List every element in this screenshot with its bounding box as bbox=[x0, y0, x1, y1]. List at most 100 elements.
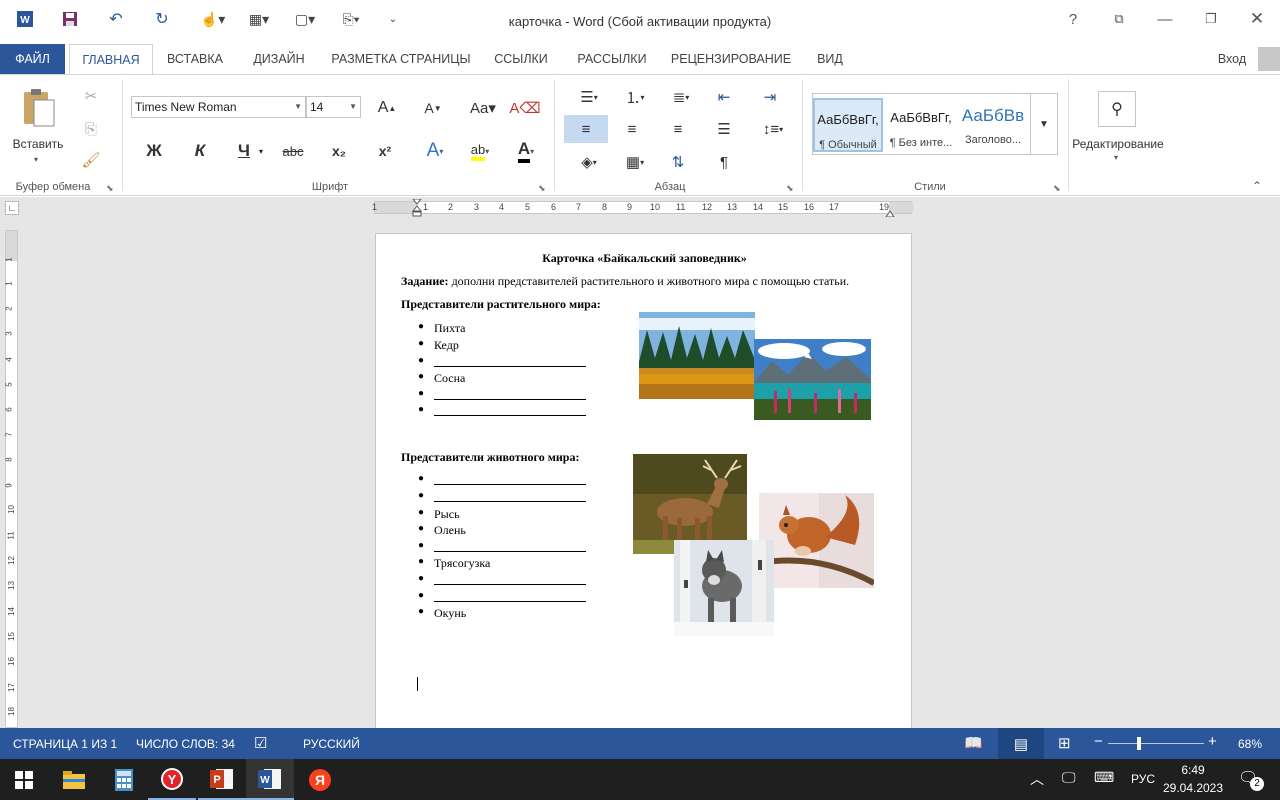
binoculars-icon[interactable]: ⚲ bbox=[1098, 91, 1136, 127]
print-layout-icon[interactable]: ▤ bbox=[998, 728, 1044, 759]
windows-start-icon[interactable] bbox=[0, 759, 48, 800]
zoom-slider[interactable] bbox=[1108, 743, 1204, 744]
line-spacing-icon[interactable]: ↕≡ ▾ bbox=[756, 115, 790, 143]
italic-button[interactable]: К bbox=[186, 139, 214, 163]
forest-meadow-photo[interactable] bbox=[639, 312, 755, 399]
highlight-color-icon[interactable]: ab ▾ bbox=[462, 139, 498, 163]
blank-line[interactable] bbox=[434, 404, 586, 416]
font-launcher-icon[interactable]: ⬊ bbox=[538, 183, 546, 194]
styles-launcher-icon[interactable]: ⬊ bbox=[1053, 183, 1061, 194]
proofing-icon[interactable]: ☑ bbox=[254, 734, 267, 752]
subscript-button[interactable]: x₂ bbox=[324, 139, 354, 163]
indent-marker-icon[interactable] bbox=[411, 198, 423, 217]
align-center-icon[interactable]: ≡ bbox=[618, 115, 646, 143]
superscript-button[interactable]: x² bbox=[370, 139, 400, 163]
paste-button[interactable]: Вставить bbox=[10, 137, 66, 151]
borders-icon[interactable]: ▦ ▾ bbox=[616, 149, 654, 175]
help-button[interactable]: ? bbox=[1050, 6, 1096, 32]
input-language[interactable]: РУС bbox=[1131, 772, 1155, 786]
blank-line[interactable] bbox=[434, 473, 586, 485]
align-right-icon[interactable]: ≡ bbox=[664, 115, 692, 143]
tab-references[interactable]: ССЫЛКИ bbox=[486, 44, 556, 74]
zoom-in-button[interactable]: + bbox=[1208, 733, 1217, 750]
style-normal[interactable]: АаБбВвГг, ¶ Обычный bbox=[813, 98, 883, 152]
file-explorer-icon[interactable] bbox=[50, 759, 98, 800]
tab-file[interactable]: ФАЙЛ bbox=[0, 44, 65, 74]
squirrel-photo[interactable] bbox=[759, 493, 874, 588]
blank-line[interactable] bbox=[434, 355, 586, 367]
zoom-slider-thumb[interactable] bbox=[1136, 737, 1141, 750]
language-indicator[interactable]: РУССКИЙ bbox=[303, 737, 360, 751]
zoom-out-button[interactable]: − bbox=[1094, 733, 1103, 750]
blank-line[interactable] bbox=[434, 388, 586, 400]
horizontal-ruler[interactable]: 1 1 2 3 4 5 6 7 8 9 10 11 12 13 14 15 16… bbox=[372, 198, 913, 218]
multilevel-list-icon[interactable]: ≣ ▾ bbox=[662, 85, 700, 109]
decrease-indent-icon[interactable]: ⇤ bbox=[710, 85, 738, 109]
tab-selector-icon[interactable]: ∟ bbox=[5, 201, 19, 215]
tab-design[interactable]: ДИЗАЙН bbox=[244, 44, 314, 74]
chevron-down-icon[interactable]: ▾ bbox=[1114, 153, 1118, 162]
justify-icon[interactable]: ☰ bbox=[710, 115, 738, 143]
word-taskbar-icon[interactable]: W bbox=[246, 759, 294, 800]
underline-button[interactable]: Ч bbox=[230, 139, 258, 163]
wolf-photo[interactable] bbox=[674, 540, 774, 636]
document-page[interactable]: Карточка «Байкальский заповедник» Задани… bbox=[375, 233, 912, 733]
style-heading-1[interactable]: АаБбВв Заголово... bbox=[958, 98, 1028, 152]
clock-time[interactable]: 6:49 bbox=[1166, 763, 1220, 777]
word-count[interactable]: ЧИСЛО СЛОВ: 34 bbox=[136, 737, 235, 751]
font-color-icon[interactable]: A ▾ bbox=[508, 139, 544, 163]
calculator-icon[interactable] bbox=[100, 759, 148, 800]
strikethrough-button[interactable]: abc bbox=[278, 139, 308, 163]
network-icon[interactable]: 🖵 bbox=[1062, 769, 1076, 786]
ribbon-display-options-icon[interactable]: ⧉ bbox=[1096, 6, 1142, 32]
vertical-ruler[interactable]: 1 1 2 3 4 5 6 7 8 9 10 11 12 13 14 15 16… bbox=[5, 230, 18, 728]
deer-photo[interactable] bbox=[633, 454, 747, 554]
sort-icon[interactable]: ⇅ bbox=[664, 149, 692, 175]
cut-icon[interactable]: ✂ bbox=[80, 85, 102, 107]
tab-mailings[interactable]: РАССЫЛКИ bbox=[570, 44, 654, 74]
align-left-icon[interactable]: ≡ bbox=[564, 115, 608, 143]
blank-line[interactable] bbox=[434, 490, 586, 502]
collapse-ribbon-icon[interactable]: ⌃ bbox=[1252, 179, 1262, 193]
minimize-button[interactable]: — bbox=[1142, 6, 1188, 32]
paste-icon[interactable] bbox=[16, 85, 60, 131]
tab-review[interactable]: РЕЦЕНЗИРОВАНИЕ bbox=[668, 44, 794, 74]
blank-line[interactable] bbox=[434, 573, 586, 585]
change-case-icon[interactable]: Aa▾ bbox=[466, 96, 500, 120]
restore-button[interactable]: ❐ bbox=[1188, 6, 1234, 32]
format-painter-icon[interactable]: 🖌 bbox=[80, 149, 102, 171]
close-button[interactable]: ✕ bbox=[1234, 6, 1280, 32]
style-no-spacing[interactable]: АаБбВвГг, ¶ Без инте... bbox=[886, 98, 956, 152]
keyboard-icon[interactable]: ⌨ bbox=[1094, 769, 1114, 786]
font-name-combo[interactable]: Times New Roman ▼ bbox=[131, 96, 306, 118]
bullets-icon[interactable]: ☰ ▾ bbox=[570, 85, 608, 109]
tab-layout[interactable]: РАЗМЕТКА СТРАНИЦЫ bbox=[330, 44, 472, 74]
yandex-browser-icon[interactable]: Y bbox=[148, 759, 196, 800]
paste-dropdown-icon[interactable]: ▾ bbox=[34, 155, 38, 164]
clear-formatting-icon[interactable]: A⌫ bbox=[509, 96, 540, 120]
user-avatar-icon[interactable] bbox=[1258, 47, 1280, 71]
page-count[interactable]: СТРАНИЦА 1 ИЗ 1 bbox=[13, 737, 117, 751]
tab-home[interactable]: ГЛАВНАЯ bbox=[69, 44, 153, 75]
read-mode-icon[interactable]: 📖 bbox=[964, 734, 983, 752]
shrink-font-icon[interactable]: A ▼ bbox=[420, 96, 446, 120]
increase-indent-icon[interactable]: ⇥ bbox=[756, 85, 784, 109]
shading-icon[interactable]: ◈ ▾ bbox=[570, 149, 608, 175]
web-layout-icon[interactable]: ⊞ bbox=[1058, 734, 1071, 752]
font-size-combo[interactable]: 14 ▼ bbox=[306, 96, 361, 118]
blank-line[interactable] bbox=[434, 540, 586, 552]
yandex-icon[interactable]: Я bbox=[296, 759, 344, 800]
styles-more-icon[interactable]: ▼ bbox=[1030, 94, 1057, 154]
zoom-level[interactable]: 68% bbox=[1238, 737, 1262, 751]
show-hidden-icons-icon[interactable]: ︿ bbox=[1030, 769, 1044, 789]
chevron-down-icon[interactable]: ▾ bbox=[259, 147, 263, 156]
bold-button[interactable]: Ж bbox=[140, 139, 168, 163]
copy-icon[interactable]: ⎘ bbox=[80, 118, 102, 140]
mountain-lake-photo[interactable] bbox=[754, 339, 871, 420]
paragraph-launcher-icon[interactable]: ⬊ bbox=[786, 183, 794, 194]
sign-in-link[interactable]: Вход bbox=[1212, 44, 1252, 74]
tab-view[interactable]: ВИД bbox=[808, 44, 852, 74]
show-formatting-icon[interactable]: ¶ bbox=[710, 149, 738, 175]
blank-line[interactable] bbox=[434, 590, 586, 602]
editing-button[interactable]: Редактирование bbox=[1070, 137, 1166, 151]
